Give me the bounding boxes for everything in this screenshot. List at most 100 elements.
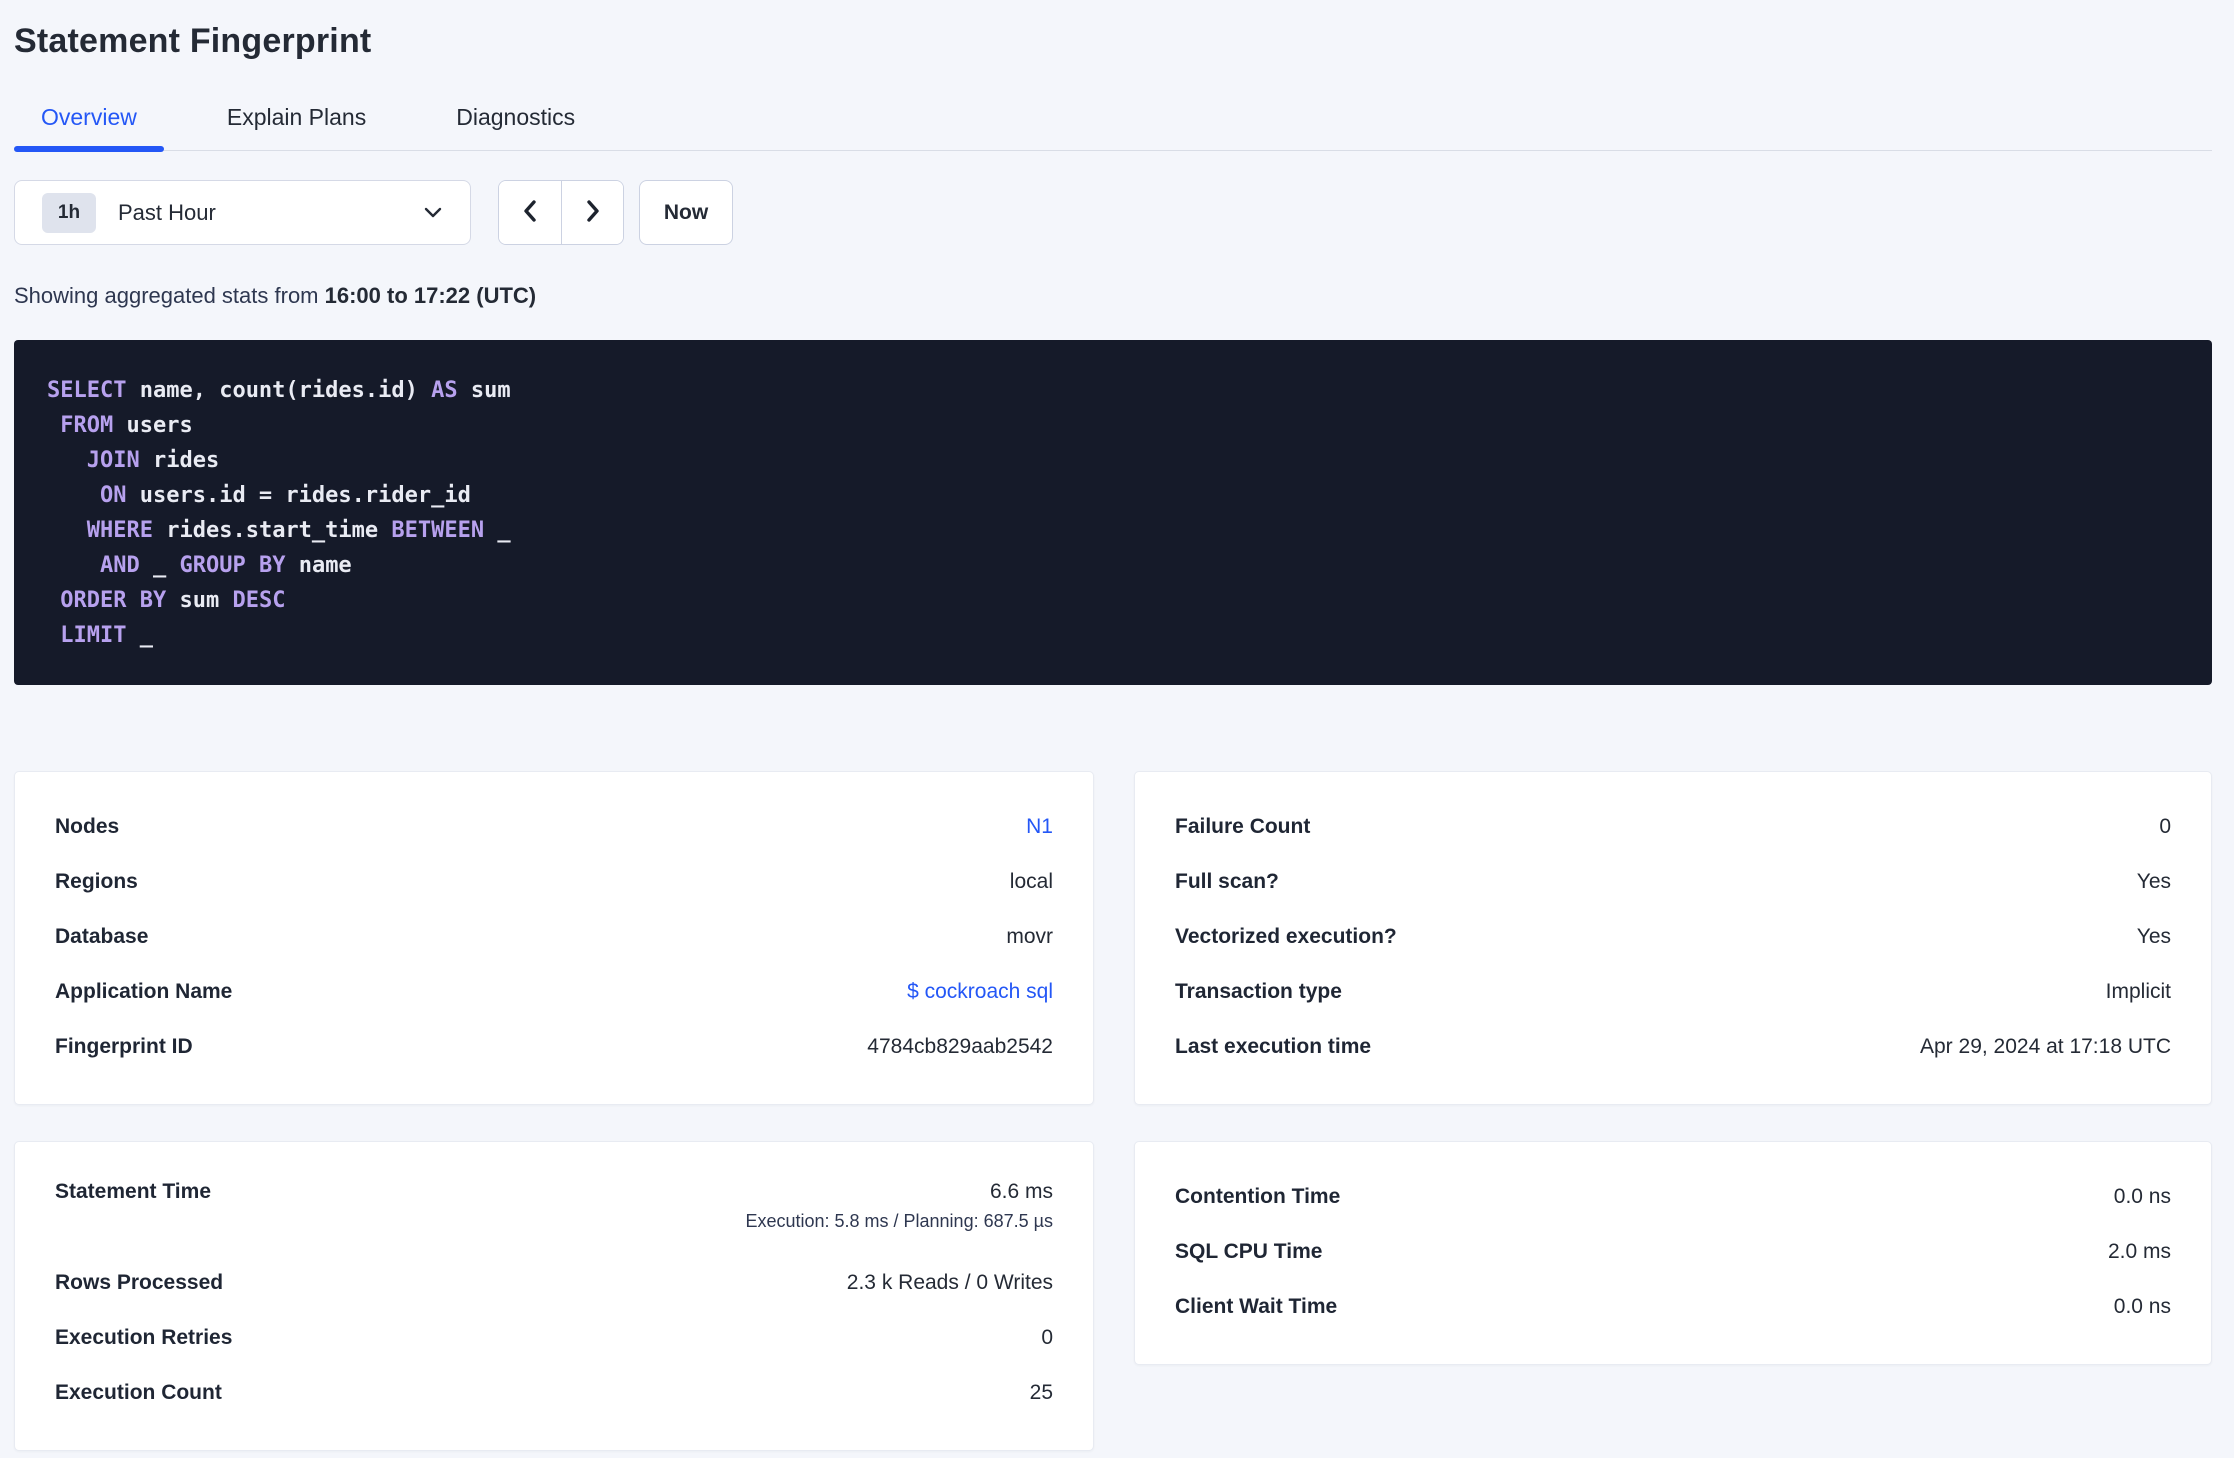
sql-statement: SELECT name, count(rides.id) AS sum FROM… [47, 373, 2179, 653]
row-value: 6.6 ms [989, 1180, 1053, 1203]
previous-time-button[interactable] [499, 181, 561, 244]
info-row: SQL CPU Time 2.0 ms [1175, 1224, 2171, 1279]
row-label: Database [55, 924, 149, 948]
info-row: Vectorized execution? Yes [1175, 909, 2171, 964]
sql-line: WHERE rides.start_time BETWEEN _ [47, 513, 2179, 548]
sql-keyword: AS [431, 378, 458, 403]
info-row: Last execution time Apr 29, 2024 at 17:18… [1175, 1019, 2171, 1074]
info-row: Full scan? Yes [1175, 854, 2171, 909]
tab-bar: Overview Explain Plans Diagnostics [14, 103, 2212, 152]
info-row: Fingerprint ID 4784cb829aab2542 [55, 1019, 1053, 1074]
chevron-down-icon [422, 205, 444, 226]
execution-stats-rows: Statement Time 6.6 ms Execution: 5.8 ms / … [55, 1169, 1053, 1420]
sql-keyword: WHERE [86, 518, 153, 543]
info-row: Failure Count 0 [1175, 799, 2171, 854]
row-value: 2.3 k Reads / 0 Writes [846, 1270, 1053, 1294]
sql-line: LIMIT _ [47, 618, 2179, 653]
sql-text: rides.start_time [152, 518, 392, 543]
info-row: Execution Count 25 [55, 1365, 1053, 1420]
row-label: Statement Time [55, 1180, 211, 1203]
time-range-label: Past Hour [118, 199, 216, 225]
row-value: 25 [1029, 1380, 1053, 1404]
info-row: Application Name $ cockroach sql [55, 964, 1053, 1019]
chevron-right-icon [582, 197, 604, 228]
sql-text: users [113, 413, 193, 438]
sql-keyword: GROUP BY [179, 553, 286, 578]
info-row: Contention Time 0.0 ns [1175, 1169, 2171, 1224]
tab-overview[interactable]: Overview [14, 103, 164, 152]
sql-line: ORDER BY sum DESC [47, 583, 2179, 618]
row-value-group: Implicit [2106, 980, 2171, 1004]
info-row: Database movr [55, 909, 1053, 964]
wait-time-card: Contention Time 0.0 ns SQL CPU Time 2.0 ms C… [1134, 1141, 2212, 1365]
page-title: Statement Fingerprint [14, 22, 372, 60]
sql-line: FROM users [47, 408, 2179, 443]
statement-fingerprint-page: Statement Fingerprint Overview Explain P… [0, 0, 2234, 1451]
row-value-group: N1 [1026, 815, 1053, 839]
tab-diagnostics[interactable]: Diagnostics [429, 103, 602, 150]
info-row: Regions local [55, 854, 1053, 909]
stats-caption-prefix: Showing aggregated stats from [14, 283, 325, 308]
row-value: 4784cb829aab2542 [867, 1034, 1053, 1058]
row-value-group: 2.3 k Reads / 0 Writes [847, 1271, 1053, 1295]
time-toolbar: 1h Past Hour Now [14, 180, 2212, 245]
sql-text: rides [139, 448, 220, 473]
row-value: Implicit [2105, 979, 2171, 1003]
sql-keyword: DESC [232, 588, 286, 613]
row-value: 0.0 ns [2113, 1294, 2171, 1318]
row-label: Full scan? [1175, 869, 1279, 893]
row-label: Regions [55, 869, 138, 893]
nodes-link[interactable]: N1 [1026, 815, 1053, 839]
row-value-group: Yes [2137, 870, 2171, 894]
info-row: Transaction type Implicit [1175, 964, 2171, 1019]
row-value: movr [1006, 924, 1053, 948]
aggregated-stats-caption: Showing aggregated stats from 16:00 to 1… [14, 283, 2212, 309]
row-value: 0 [1041, 1325, 1053, 1349]
info-row: Statement Time 6.6 ms Execution: 5.8 ms / … [55, 1169, 1053, 1255]
row-label: Execution Retries [55, 1325, 233, 1349]
row-value-group: 25 [1030, 1381, 1053, 1405]
sql-text: sum [457, 378, 511, 403]
info-row: Client Wait Time 0.0 ns [1175, 1279, 2171, 1334]
row-label: Nodes [55, 814, 120, 838]
stats-caption-range: 16:00 to 17:22 (UTC) [324, 283, 537, 308]
sql-keyword: FROM [60, 413, 114, 438]
sql-text: sum [166, 588, 233, 613]
row-value: local [1009, 869, 1053, 893]
execution-attributes-card: Failure Count 0 Full scan? Yes Vectorized ex… [1134, 771, 2212, 1105]
now-button[interactable]: Now [639, 180, 733, 245]
sql-text: _ [126, 623, 153, 648]
row-value: Yes [2136, 869, 2171, 893]
next-time-button[interactable] [561, 181, 623, 244]
sql-keyword: BETWEEN [391, 518, 485, 543]
sql-line: SELECT name, count(rides.id) AS sum [47, 373, 2179, 408]
row-label: Application Name [55, 979, 233, 1003]
wait-time-rows: Contention Time 0.0 ns SQL CPU Time 2.0 ms C… [1175, 1169, 2171, 1334]
sql-line: JOIN rides [47, 443, 2179, 478]
row-value-group: Apr 29, 2024 at 17:18 UTC [1920, 1035, 2171, 1059]
time-range-dropdown[interactable]: 1h Past Hour [14, 180, 471, 245]
row-label: Vectorized execution? [1175, 924, 1397, 948]
sql-text: name, count(rides.id) [126, 378, 432, 403]
info-row: Nodes N1 [55, 799, 1053, 854]
sql-statement-box: SELECT name, count(rides.id) AS sum FROM… [14, 340, 2212, 685]
statement-details-card: Nodes N1 Regions local Database movr Applicati… [14, 771, 1094, 1105]
row-value: 0 [2159, 814, 2171, 838]
app-name-link[interactable]: $ cockroach sql [907, 980, 1053, 1004]
sql-text: _ [484, 518, 511, 543]
row-label: Rows Processed [55, 1270, 224, 1294]
sql-keyword: AND [99, 553, 140, 578]
row-value: 0.0 ns [2113, 1184, 2171, 1208]
row-value: Yes [2136, 924, 2171, 948]
row-value: 2.0 ms [2107, 1239, 2171, 1263]
sql-keyword: ORDER BY [60, 588, 167, 613]
tab-explain-plans[interactable]: Explain Plans [200, 103, 393, 150]
sql-keyword: SELECT [47, 378, 127, 403]
row-value-group: 0 [2159, 815, 2171, 839]
row-label: SQL CPU Time [1175, 1239, 1323, 1263]
